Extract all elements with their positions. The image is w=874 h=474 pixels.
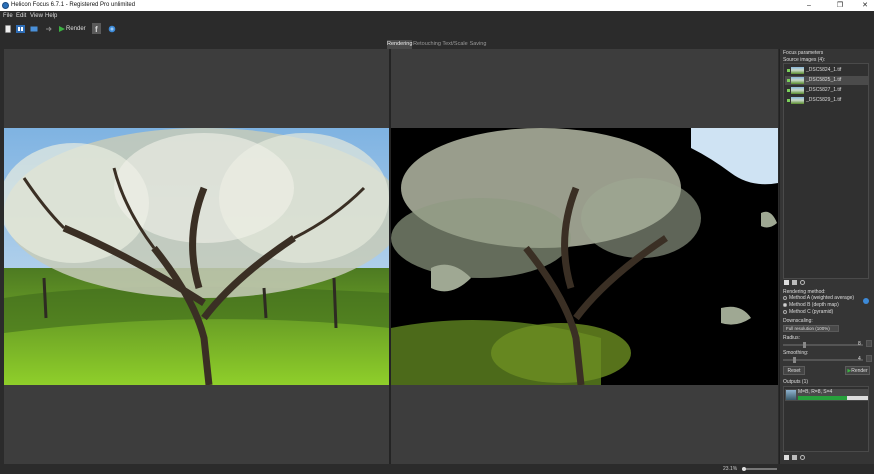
output-progress-fill (798, 396, 847, 400)
tab-rendering[interactable]: Rendering (387, 40, 412, 49)
smoothing-spinner[interactable] (866, 355, 872, 362)
zoom-icon[interactable] (800, 455, 805, 460)
output-progress-bar (798, 396, 868, 400)
render-button-label: Render (851, 368, 868, 374)
slider-handle[interactable] (803, 342, 806, 348)
checkbox-icon[interactable] (787, 99, 790, 102)
maximize-button[interactable]: ❐ (831, 1, 849, 10)
focus-parameters-panel: Focus parameters Source images (4): _DSC… (779, 49, 874, 474)
title-bar: Helicon Focus 6.7.1 - Registered Pro unl… (0, 0, 874, 11)
svg-text:f: f (95, 25, 98, 34)
slider-handle[interactable] (793, 357, 796, 363)
minimize-button[interactable]: – (800, 1, 818, 10)
render-button[interactable]: ▶Render (845, 366, 870, 375)
menu-file[interactable]: File (3, 13, 13, 19)
tab-saving[interactable]: Saving (469, 40, 487, 49)
output-name: M=B, R=8, S=4 (798, 389, 833, 395)
render-toolbar-button[interactable]: Render (66, 26, 86, 32)
toolbar: Render f (0, 21, 874, 37)
method-b-radio[interactable] (783, 303, 787, 307)
globe-icon[interactable] (108, 25, 116, 33)
status-bar: 23.1% (0, 464, 874, 474)
reset-button[interactable]: Reset (783, 366, 805, 375)
method-a-radio[interactable] (783, 296, 787, 300)
list-item[interactable]: _DSC5827_1.tif (785, 86, 869, 95)
delete-output-icon[interactable] (792, 455, 797, 460)
render-play-icon[interactable] (58, 25, 66, 33)
new-file-icon[interactable] (4, 25, 12, 33)
checkbox-icon[interactable] (787, 79, 790, 82)
arrow-icon[interactable] (45, 25, 53, 33)
list-item[interactable]: M=B, R=8, S=4 (785, 389, 869, 401)
save-output-icon[interactable] (784, 455, 789, 460)
remove-image-icon[interactable] (792, 280, 797, 285)
smoothing-label: Smoothing: (783, 350, 809, 356)
split-view-icon[interactable] (16, 25, 25, 33)
mode-tabs: Rendering Retouching Text/Scale Saving (0, 37, 874, 49)
add-image-icon[interactable] (784, 280, 789, 285)
method-c-radio[interactable] (783, 310, 787, 314)
checkbox-icon[interactable] (787, 89, 790, 92)
menu-help[interactable]: Help (45, 13, 57, 19)
smoothing-value: 4 (858, 356, 861, 362)
source-image-name: _DSC5825_1.tif (806, 77, 842, 83)
output-thumbnail (786, 390, 796, 400)
image-thumbnail (791, 77, 804, 84)
single-view-icon[interactable] (30, 25, 38, 33)
smoothing-slider[interactable] (783, 357, 863, 363)
window-title: Helicon Focus 6.7.1 - Registered Pro unl… (11, 2, 136, 8)
tab-text-scale[interactable]: Text/Scale (442, 40, 468, 49)
checkbox-icon[interactable] (787, 69, 790, 72)
app-logo-icon (2, 2, 9, 9)
tab-retouching[interactable]: Retouching (413, 40, 441, 49)
close-button[interactable]: ✕ (856, 1, 874, 10)
panel-title: Focus parameters (783, 50, 824, 56)
image-thumbnail (791, 97, 804, 104)
downscaling-select[interactable]: Full resolution (100%) (783, 325, 839, 332)
image-thumbnail (791, 87, 804, 94)
outputs-list[interactable]: M=B, R=8, S=4 (783, 386, 869, 452)
help-icon[interactable] (863, 298, 869, 304)
list-item[interactable]: _DSC5829_1.tif (785, 96, 869, 105)
radius-spinner[interactable] (866, 340, 872, 347)
zoom-slider[interactable] (742, 467, 777, 471)
outputs-label: Outputs (1) (783, 379, 809, 385)
method-c-label[interactable]: Method C (pyramid) (789, 309, 833, 315)
source-image-name: _DSC5829_1.tif (806, 97, 842, 103)
radius-value: 8 (858, 341, 861, 347)
search-icon[interactable] (800, 280, 805, 285)
menu-bar: File Edit View Help (0, 11, 874, 21)
zoom-level: 23.1% (723, 466, 738, 472)
downscaling-label: Downscaling: (783, 318, 813, 324)
source-image (4, 128, 389, 385)
source-images-list[interactable]: _DSC5824_1.tif _DSC5825_1.tif _DSC5827_1… (783, 63, 869, 279)
method-b-label[interactable]: Method B (depth map) (789, 302, 839, 308)
radius-slider[interactable] (783, 342, 863, 348)
list-item[interactable]: _DSC5824_1.tif (785, 66, 869, 75)
source-image-name: _DSC5827_1.tif (806, 87, 842, 93)
menu-view[interactable]: View (30, 13, 43, 19)
slider-handle[interactable] (742, 467, 746, 471)
radius-label: Radius: (783, 335, 800, 341)
menu-edit[interactable]: Edit (16, 13, 26, 19)
list-item[interactable]: _DSC5825_1.tif (785, 76, 869, 85)
facebook-icon[interactable]: f (92, 23, 101, 34)
image-thumbnail (791, 67, 804, 74)
source-image-name: _DSC5824_1.tif (806, 67, 842, 73)
method-a-label[interactable]: Method A (weighted average) (789, 295, 854, 301)
depth-map-result-image (391, 128, 778, 385)
